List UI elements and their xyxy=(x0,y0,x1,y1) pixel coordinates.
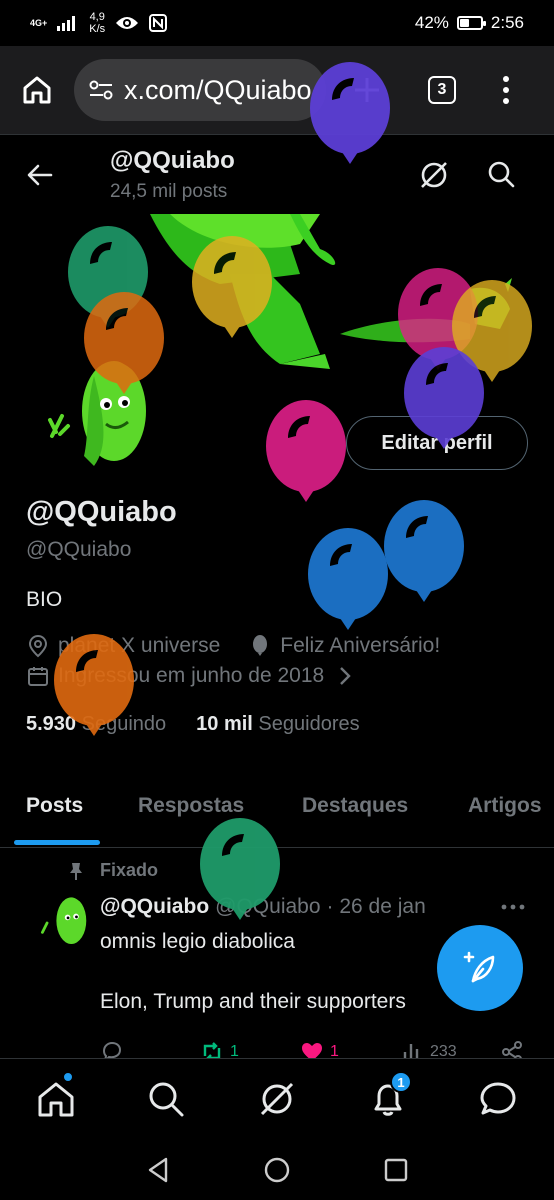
bottom-navigation: 1 xyxy=(0,1058,554,1138)
balloon-icon xyxy=(253,635,268,656)
calendar-icon xyxy=(28,667,48,686)
nfc-icon xyxy=(149,14,168,32)
home-nav-icon[interactable] xyxy=(36,1079,76,1119)
more-horiz-icon[interactable] xyxy=(500,894,526,920)
reply-button[interactable] xyxy=(100,1040,124,1058)
pin-icon xyxy=(70,862,82,880)
address-bar[interactable]: x.com/QQuiabo xyxy=(74,59,326,121)
active-tab-indicator xyxy=(14,840,100,845)
retweet-icon xyxy=(203,1042,221,1058)
followers-count: 10 mil xyxy=(196,713,253,735)
battery-icon xyxy=(456,16,486,30)
site-settings-icon[interactable] xyxy=(88,77,114,103)
network-speed: 4,9 K/s xyxy=(89,11,106,35)
post-date[interactable]: · 26 de jan xyxy=(327,895,426,919)
pinned-label: Fixado xyxy=(66,860,158,881)
heart-icon xyxy=(302,1043,322,1058)
nav-recents-icon[interactable] xyxy=(382,1156,410,1184)
profile-tabs: Posts Respostas Destaques Artigos xyxy=(0,770,554,848)
views-button[interactable]: 233 xyxy=(400,1040,457,1058)
home-unread-dot xyxy=(62,1071,74,1083)
followers-link[interactable]: 10 mil Seguidores xyxy=(196,713,359,736)
followers-label: Seguidores xyxy=(258,713,360,735)
system-navigation-bar xyxy=(0,1138,554,1200)
profile-meta-row-2[interactable]: Ingressou em junho de 2018 xyxy=(26,664,356,688)
following-label: Seguindo xyxy=(81,713,167,735)
balloon-blue-1 xyxy=(384,500,464,602)
browser-toolbar: x.com/QQuiabo 3 xyxy=(0,46,554,134)
location-text: planet X universe xyxy=(58,634,221,657)
new-tab-icon[interactable] xyxy=(352,75,382,105)
search-nav-icon[interactable] xyxy=(146,1079,186,1119)
network-indicator: 4G+ xyxy=(30,17,48,28)
nav-home-icon[interactable] xyxy=(263,1156,291,1184)
compose-feather-icon xyxy=(463,951,495,983)
okra-avatar-image xyxy=(34,356,154,476)
profile-header-bar: @QQuiabo 24,5 mil posts xyxy=(0,134,554,214)
compose-post-button[interactable] xyxy=(437,925,523,1011)
grok-icon[interactable] xyxy=(418,159,450,191)
like-button[interactable]: 1 xyxy=(300,1040,339,1058)
clock: 2:56 xyxy=(490,13,524,32)
notifications-badge: 1 xyxy=(390,1071,412,1093)
chevron-right-icon xyxy=(340,667,351,685)
post-header: @QQuiabo @QQuiabo · 26 de jan xyxy=(100,895,426,919)
home-icon[interactable] xyxy=(20,73,54,107)
post-text-line-1: omnis legio diabolica xyxy=(100,930,295,953)
tab-switcher-button[interactable]: 3 xyxy=(428,76,456,104)
profile-handle: @QQuiabo xyxy=(26,538,132,561)
views-icon xyxy=(403,1044,419,1058)
header-post-count: 24,5 mil posts xyxy=(110,181,228,202)
retweet-button[interactable]: 1 xyxy=(200,1040,239,1058)
share-icon xyxy=(502,1041,522,1058)
messages-icon[interactable] xyxy=(478,1079,518,1119)
post-handle: @QQuiabo xyxy=(215,895,321,918)
tab-highlights[interactable]: Destaques xyxy=(302,794,408,818)
balloon-blue-2 xyxy=(308,528,388,630)
header-name: @QQuiabo xyxy=(110,147,235,174)
nav-back-icon[interactable] xyxy=(144,1156,172,1184)
location-pin-icon xyxy=(28,634,48,658)
share-button[interactable] xyxy=(500,1040,524,1058)
profile-bio: BIO xyxy=(26,588,63,611)
status-bar: 4G+ 4,9 K/s 42% 2:56 xyxy=(0,0,554,46)
following-count: 5.930 xyxy=(26,713,77,735)
post-author[interactable]: @QQuiabo xyxy=(100,895,209,919)
display-name: @QQuiabo xyxy=(26,496,177,528)
more-vert-icon[interactable] xyxy=(502,75,510,105)
profile-avatar[interactable] xyxy=(34,356,154,476)
search-icon[interactable] xyxy=(486,159,516,189)
okra-avatar-image xyxy=(34,895,90,951)
following-link[interactable]: 5.930 Seguindo xyxy=(26,713,166,736)
back-arrow-icon[interactable] xyxy=(26,161,54,189)
edit-profile-button[interactable]: Editar perfil xyxy=(346,416,528,470)
follow-stats: 5.930 Seguindo 10 mil Seguidores xyxy=(26,713,360,736)
grok-nav-icon[interactable] xyxy=(257,1079,297,1119)
signal-icon xyxy=(57,16,76,31)
post-avatar[interactable] xyxy=(34,895,90,951)
reply-icon xyxy=(102,1041,122,1058)
url-text: x.com/QQuiabo xyxy=(124,74,312,105)
post-text-line-2: Elon, Trump and their supporters xyxy=(100,990,406,1013)
battery-fill xyxy=(459,19,469,27)
tab-posts[interactable]: Posts xyxy=(26,794,83,818)
eye-icon xyxy=(116,17,139,29)
birthday-text: Feliz Aniversário! xyxy=(280,634,441,657)
post-actions: 1 1 233 xyxy=(100,1036,530,1058)
tab-replies[interactable]: Respostas xyxy=(138,794,244,818)
profile-meta-row-1: planet X universe Feliz Aniversário! xyxy=(26,634,440,658)
tab-count: 3 xyxy=(437,81,447,98)
battery-percent: 42% xyxy=(414,13,449,32)
joined-text: Ingressou em junho de 2018 xyxy=(58,664,325,687)
tab-articles[interactable]: Artigos xyxy=(468,794,542,818)
